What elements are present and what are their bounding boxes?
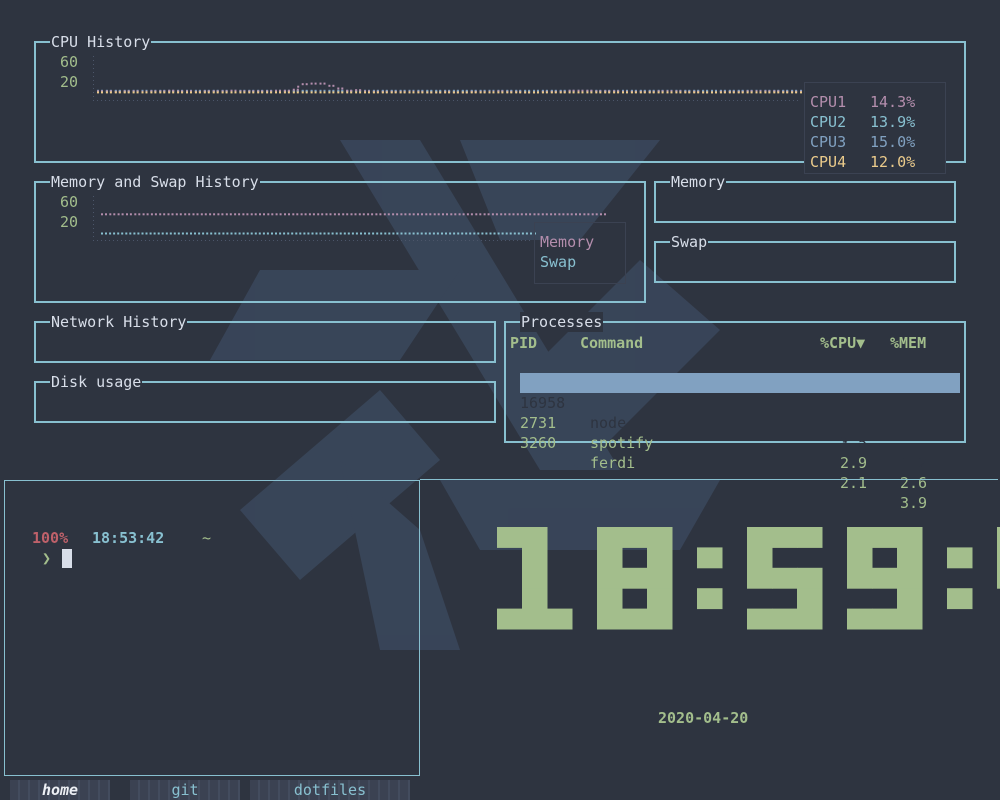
tmux-status-bar: home git dotfiles [0, 780, 1000, 800]
clock-digit [847, 527, 923, 630]
tab-dotfiles[interactable]: dotfiles [250, 780, 410, 800]
clock-digit [497, 527, 573, 630]
clock-digit [597, 527, 673, 630]
clock-display [497, 527, 1000, 630]
tab-home[interactable]: home [10, 780, 110, 800]
tab-label: git [171, 781, 199, 799]
tab-label: dotfiles [293, 781, 367, 799]
clock-digit [747, 527, 823, 630]
tab-label: home [41, 781, 79, 799]
clock-colon [947, 547, 973, 610]
clock-date: 2020-04-20 [658, 709, 749, 727]
clock-colon [697, 547, 723, 610]
tab-git[interactable]: git [130, 780, 240, 800]
